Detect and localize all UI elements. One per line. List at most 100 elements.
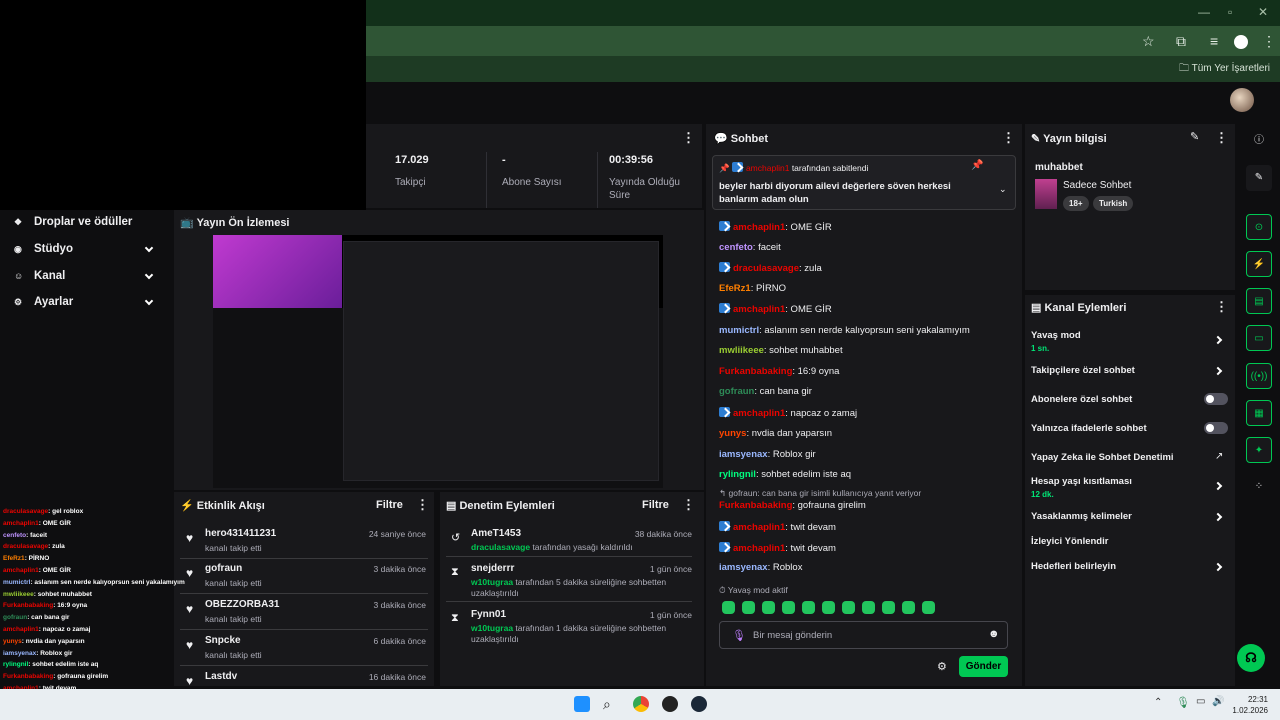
chat-username[interactable]: Furkanbabaking bbox=[719, 366, 792, 377]
emote-icon[interactable] bbox=[762, 601, 775, 614]
chat-username[interactable]: mumictrl bbox=[719, 325, 759, 336]
emote-icon[interactable] bbox=[802, 601, 815, 614]
chat-username[interactable]: Furkanbabaking bbox=[719, 500, 792, 511]
chat-message[interactable]: iamsyenax: Roblox bbox=[719, 562, 802, 573]
activity-username[interactable]: Snpcke bbox=[205, 635, 241, 646]
chat-username[interactable]: iamsyenax bbox=[719, 562, 768, 573]
chrome-icon[interactable] bbox=[633, 696, 649, 712]
search-icon[interactable]: ⌕ bbox=[603, 696, 619, 712]
tray-chevron-icon[interactable]: ⌃ bbox=[1154, 697, 1162, 708]
network-icon[interactable]: ▭ bbox=[1196, 696, 1205, 707]
toggle-switch[interactable] bbox=[1204, 422, 1228, 434]
chat-message[interactable]: EfeRz1: PİRNO bbox=[719, 283, 786, 294]
all-bookmarks-link[interactable]: 🗀 Tüm Yer İşaretleri bbox=[1179, 61, 1270, 78]
restore-icon[interactable]: ▫ bbox=[1228, 5, 1232, 19]
channel-action-item[interactable]: Abonelere özel sohbet bbox=[1031, 394, 1132, 405]
mod-actor[interactable]: w10tugraa bbox=[471, 577, 513, 587]
start-icon[interactable] bbox=[574, 696, 590, 712]
toggle-switch[interactable] bbox=[1204, 393, 1228, 405]
send-button[interactable]: Gönder bbox=[959, 656, 1008, 677]
channel-actions-menu-icon[interactable]: ⋮ bbox=[1215, 299, 1228, 315]
channel-action-item[interactable]: İzleyici Yönlendir bbox=[1031, 536, 1108, 547]
info-icon[interactable]: ⓘ bbox=[1246, 128, 1272, 154]
emote-icon[interactable] bbox=[742, 601, 755, 614]
stream-preview-video[interactable] bbox=[213, 235, 663, 488]
nav-item[interactable]: ◉ Stüdyo bbox=[14, 243, 73, 255]
chat-message[interactable]: amchaplin1: OME GİR bbox=[719, 221, 832, 233]
activity-username[interactable]: hero431411231 bbox=[205, 528, 276, 539]
edit-icon[interactable]: ✎ bbox=[1190, 130, 1199, 143]
unpin-icon[interactable]: 📌 bbox=[971, 160, 983, 171]
chat-input[interactable]: 🎙 Bir mesaj gönderin ☻ bbox=[719, 621, 1008, 649]
mod-menu-icon[interactable]: ⋮ bbox=[682, 497, 695, 513]
activity-username[interactable]: gofraun bbox=[205, 563, 242, 574]
channel-action-item[interactable]: Hedefleri belirleyin bbox=[1031, 561, 1116, 572]
chat-bubble-icon[interactable]: ▭ bbox=[1246, 325, 1272, 351]
chat-message[interactable]: iamsyenax: Roblox gir bbox=[719, 449, 816, 460]
nav-item[interactable]: ⚙ Ayarlar bbox=[14, 296, 73, 308]
stream-info-menu-icon[interactable]: ⋮ bbox=[1215, 130, 1228, 146]
star-icon[interactable]: ☆ bbox=[1142, 33, 1155, 50]
emote-icon[interactable] bbox=[902, 601, 915, 614]
channel-action-item[interactable]: Yapay Zeka ile Sohbet Denetimi bbox=[1031, 452, 1174, 463]
chat-username[interactable]: iamsyenax bbox=[719, 449, 768, 460]
chat-username[interactable]: amchaplin1 bbox=[733, 543, 785, 554]
emote-icon[interactable] bbox=[782, 601, 795, 614]
chat-message[interactable]: draculasavage: zula bbox=[719, 262, 822, 274]
chat-username[interactable]: draculasavage bbox=[733, 263, 799, 274]
emote-icon[interactable] bbox=[882, 601, 895, 614]
mod-view-icon[interactable]: ⊙ bbox=[1246, 214, 1272, 240]
chat-message[interactable]: yunys: nvdia dan yaparsın bbox=[719, 428, 832, 439]
clipboard-icon[interactable]: ▤ bbox=[1246, 288, 1272, 314]
mod-filter-button[interactable]: Filtre bbox=[642, 499, 669, 511]
lightning-icon[interactable]: ⚡ bbox=[1246, 251, 1272, 277]
chat-message[interactable]: gofraun: can bana gir bbox=[719, 386, 812, 397]
media-icon[interactable]: ≡ bbox=[1210, 33, 1218, 49]
store-icon[interactable]: ▦ bbox=[1246, 400, 1272, 426]
mod-target-username[interactable]: Fynn01 bbox=[471, 609, 506, 620]
extensions-icon[interactable]: ⧉ bbox=[1176, 33, 1186, 50]
nav-item[interactable]: ❖ Droplar ve ödüller bbox=[14, 216, 132, 228]
chevron-down-icon[interactable]: ⌄ bbox=[999, 184, 1007, 195]
more-tools-icon[interactable]: ⁘ bbox=[1246, 474, 1272, 500]
channel-action-item[interactable]: Takipçilere özel sohbet bbox=[1031, 365, 1135, 376]
profile-icon[interactable] bbox=[1234, 35, 1248, 49]
mic-tray-icon[interactable]: 🎙 bbox=[1176, 696, 1190, 709]
activity-username[interactable]: Lastdv bbox=[205, 671, 237, 682]
activity-filter-button[interactable]: Filtre bbox=[376, 499, 403, 511]
mod-target-username[interactable]: snejderrr bbox=[471, 563, 514, 574]
browser-menu-icon[interactable]: ⋮ bbox=[1262, 33, 1276, 50]
channel-action-item[interactable]: Hesap yaşı kısıtlaması 12 dk. bbox=[1031, 476, 1132, 499]
chat-message[interactable]: Furkanbabaking: gofrauna girelim bbox=[719, 500, 866, 511]
chat-message[interactable]: mumictrl: aslanım sen nerde kalıyoprsun … bbox=[719, 325, 970, 336]
chat-username[interactable]: amchaplin1 bbox=[733, 304, 785, 315]
chat-message[interactable]: amchaplin1: twit devam bbox=[719, 542, 836, 554]
chat-username[interactable]: gofraun bbox=[719, 386, 754, 397]
mod-target-username[interactable]: AmeT1453 bbox=[471, 528, 521, 539]
chat-message[interactable]: amchaplin1: napcaz o zamaj bbox=[719, 407, 857, 419]
pinned-message[interactable]: 📌 amchaplin1 tarafından sabitlendi beyle… bbox=[712, 155, 1016, 210]
chat-username[interactable]: amchaplin1 bbox=[733, 408, 785, 419]
chat-settings-icon[interactable]: ⚙ bbox=[937, 660, 947, 673]
taskbar-clock[interactable]: 22:31 1.02.2026 bbox=[1232, 694, 1268, 716]
emote-icon[interactable] bbox=[862, 601, 875, 614]
nav-item[interactable]: ☺ Kanal bbox=[14, 270, 65, 282]
broadcast-icon[interactable]: ((•)) bbox=[1246, 363, 1272, 389]
chat-username[interactable]: yunys bbox=[719, 428, 746, 439]
activity-username[interactable]: OBEZZORBA31 bbox=[205, 599, 279, 610]
chat-menu-icon[interactable]: ⋮ bbox=[1002, 130, 1015, 146]
emote-icon[interactable] bbox=[722, 601, 735, 614]
chat-message[interactable]: mwliikeee: sohbet muhabbet bbox=[719, 345, 843, 356]
steam-icon[interactable] bbox=[691, 696, 707, 712]
pencil-icon[interactable]: ✎ bbox=[1246, 165, 1272, 191]
chat-message[interactable]: amchaplin1: twit devam bbox=[719, 521, 836, 533]
channel-action-item[interactable]: Yalnızca ifadelerle sohbet bbox=[1031, 423, 1147, 434]
channel-action-item[interactable]: Yasaklanmış kelimeler bbox=[1031, 511, 1132, 522]
mod-actor[interactable]: w10tugraa bbox=[471, 623, 513, 633]
chat-username[interactable]: amchaplin1 bbox=[733, 222, 785, 233]
mod-actor[interactable]: draculasavage bbox=[471, 542, 530, 552]
channel-action-item[interactable]: Yavaş mod 1 sn. bbox=[1031, 330, 1081, 353]
external-link-icon[interactable]: ↗ bbox=[1215, 451, 1223, 462]
obs-icon[interactable] bbox=[662, 696, 678, 712]
chat-username[interactable]: EfeRz1 bbox=[719, 283, 751, 294]
